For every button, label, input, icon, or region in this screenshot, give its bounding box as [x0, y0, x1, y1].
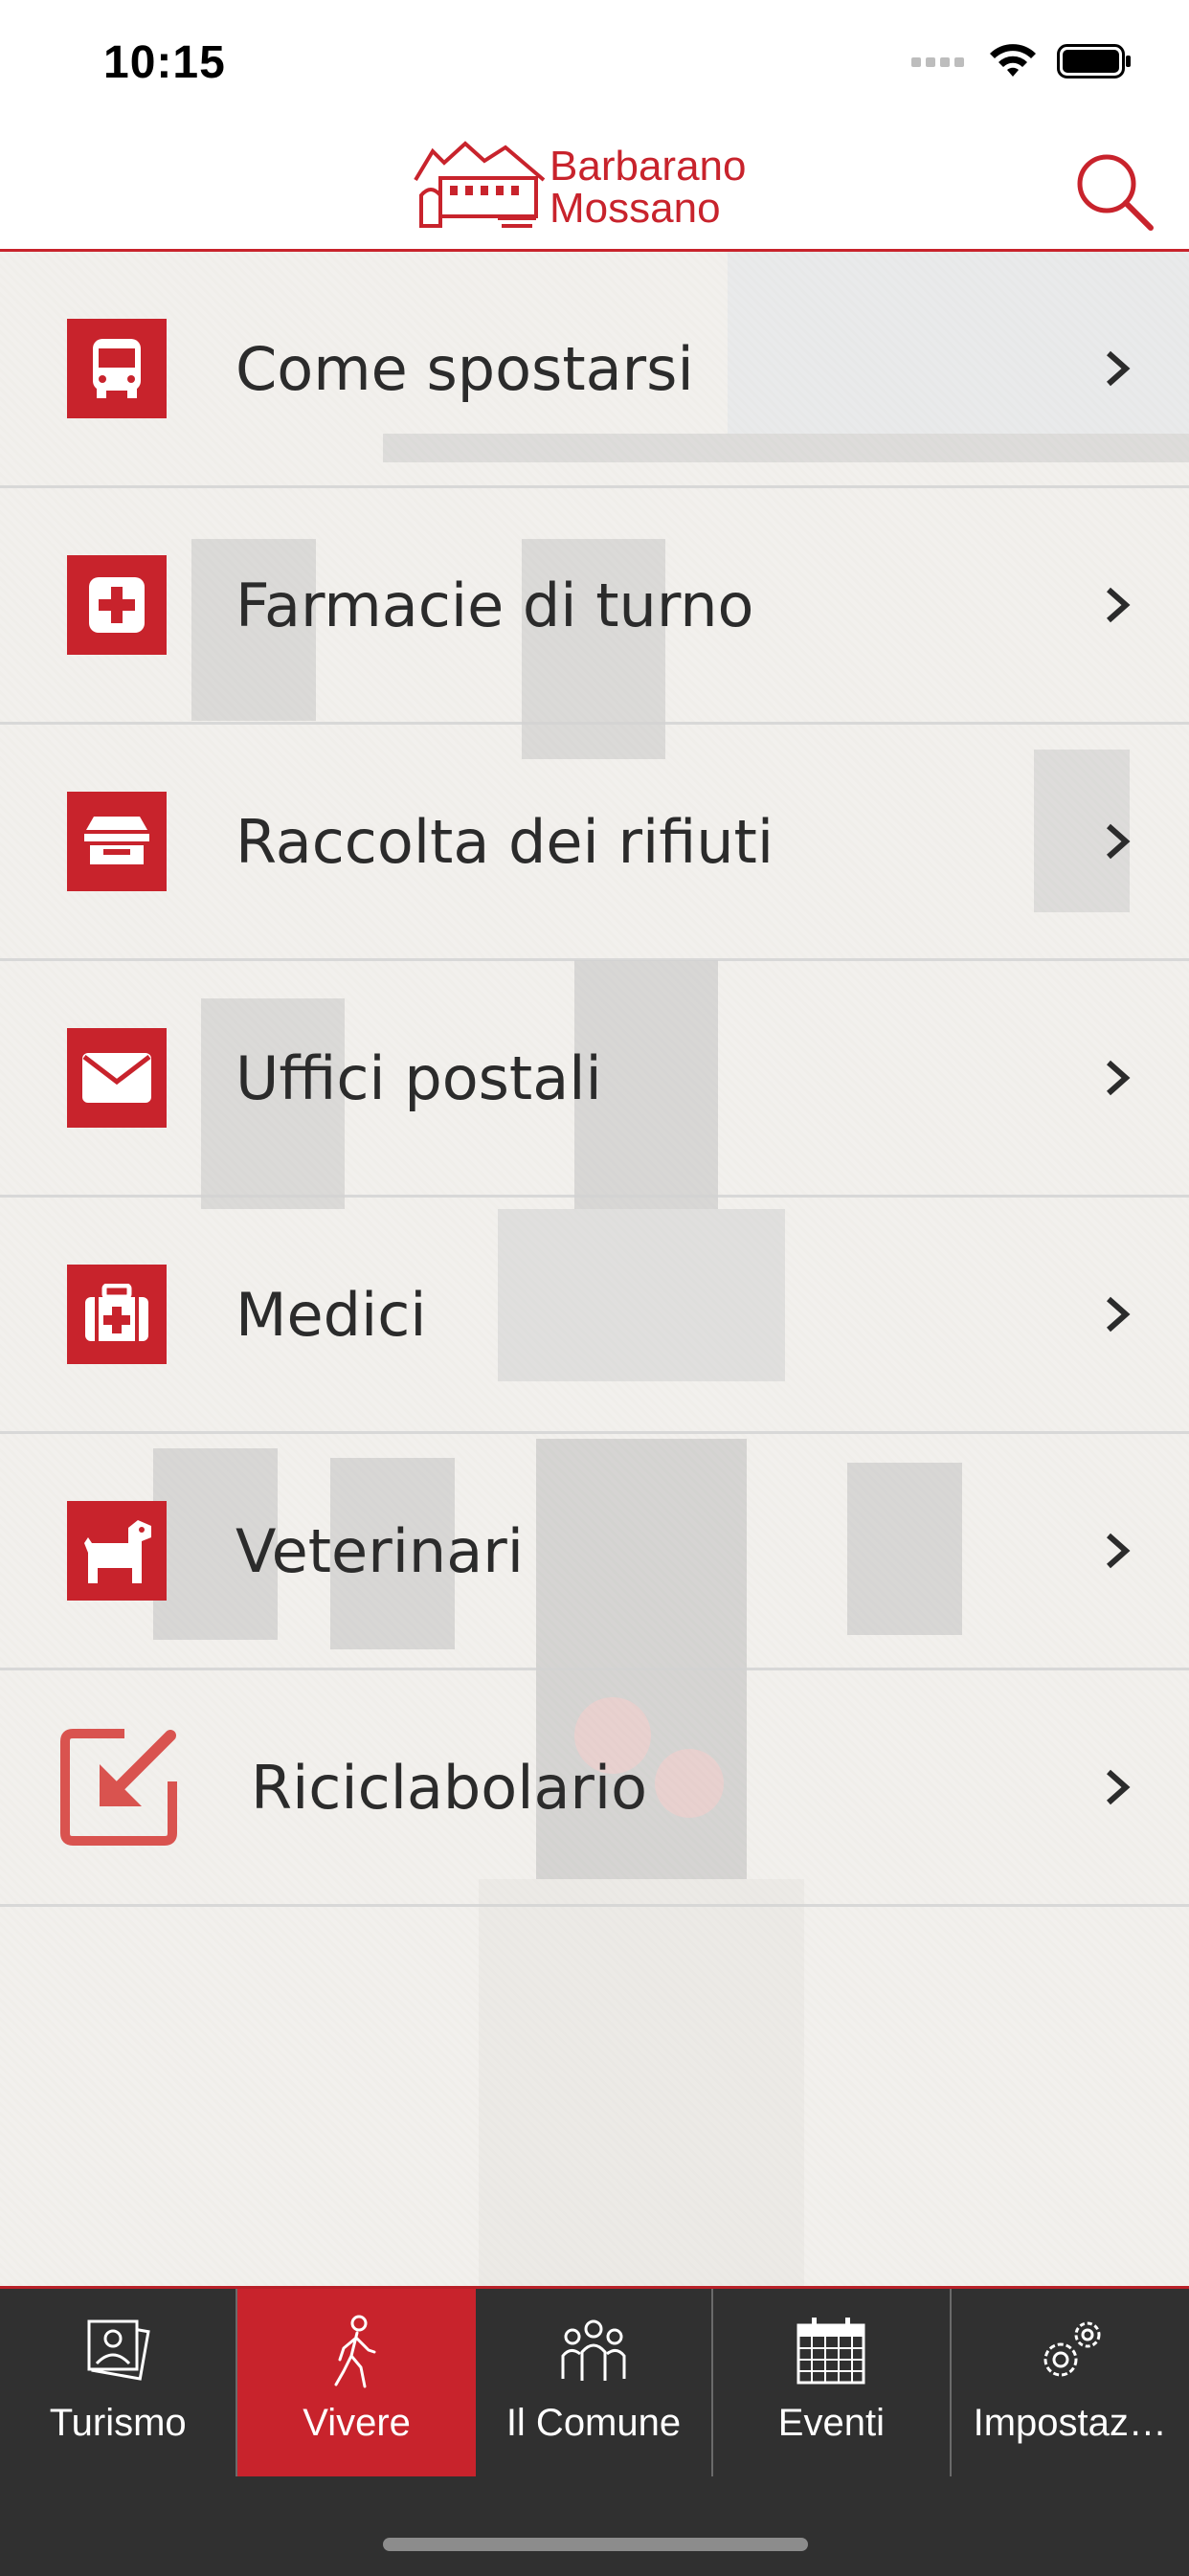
- tab-vivere[interactable]: Vivere: [237, 2289, 476, 2476]
- external-link-arrow-icon: [57, 1726, 180, 1848]
- menu-item-label: Raccolta dei rifiuti: [236, 806, 774, 877]
- gears-icon: [1043, 2321, 1101, 2377]
- menu-item-label: Uffici postali: [236, 1042, 602, 1113]
- chevron-right-icon: [1107, 587, 1131, 623]
- home-indicator[interactable]: [383, 2538, 808, 2551]
- tab-label: Il Comune: [505, 2402, 682, 2444]
- menu-item-farmacie-di-turno[interactable]: Farmacie di turno: [0, 488, 1189, 725]
- tab-label: Turismo: [49, 2402, 187, 2444]
- tab-label: Eventi: [777, 2402, 885, 2444]
- chevron-right-icon: [1107, 1296, 1131, 1333]
- menu-item-veterinari[interactable]: Veterinari: [0, 1434, 1189, 1670]
- medical-kit-icon: [67, 1265, 167, 1364]
- search-icon: [1077, 154, 1154, 231]
- chevron-right-icon: [1107, 1060, 1131, 1096]
- menu-item-come-spostarsi[interactable]: Come spostarsi: [0, 252, 1189, 488]
- bus-icon: [67, 319, 167, 418]
- status-time: 10:15: [103, 37, 226, 88]
- menu-item-label: Farmacie di turno: [236, 570, 754, 640]
- dog-icon: [67, 1501, 167, 1601]
- chevron-right-icon: [1107, 350, 1131, 387]
- walking-person-icon: [334, 2315, 376, 2388]
- battery-icon: [1057, 44, 1131, 78]
- menu-item-label: Veterinari: [236, 1515, 524, 1586]
- tab-il-comune[interactable]: Il Comune: [476, 2289, 714, 2476]
- waste-bin-icon: [67, 792, 167, 891]
- menu-item-label: Riciclabolario: [251, 1752, 648, 1823]
- calendar-icon: [796, 2318, 865, 2385]
- search-button[interactable]: [1074, 151, 1155, 232]
- envelope-icon: [67, 1028, 167, 1128]
- tab-label: Vivere: [303, 2402, 411, 2444]
- chevron-right-icon: [1107, 823, 1131, 860]
- chevron-right-icon: [1107, 1533, 1131, 1569]
- cellular-signal-icon: [911, 57, 964, 67]
- app-header: Barbarano Mossano: [0, 124, 1189, 252]
- photos-icon: [87, 2319, 150, 2381]
- app-logo[interactable]: Barbarano Mossano: [412, 138, 775, 243]
- people-group-icon: [561, 2319, 626, 2381]
- castle-logo-icon: [414, 141, 546, 228]
- menu-item-medici[interactable]: Medici: [0, 1198, 1189, 1434]
- menu-list: Come spostarsi Farmacie di turno Raccolt…: [0, 252, 1189, 1907]
- main-content: Come spostarsi Farmacie di turno Raccolt…: [0, 252, 1189, 2286]
- logo-line-1: Barbarano: [550, 143, 747, 190]
- tab-label: Impostaz…: [973, 2402, 1167, 2444]
- status-icons: [911, 42, 1132, 80]
- menu-item-uffici-postali[interactable]: Uffici postali: [0, 961, 1189, 1198]
- menu-item-label: Medici: [236, 1279, 427, 1350]
- tab-impostazioni[interactable]: Impostaz…: [952, 2289, 1189, 2476]
- chevron-right-icon: [1107, 1769, 1131, 1805]
- menu-item-riciclabolario[interactable]: Riciclabolario: [0, 1670, 1189, 1907]
- status-bar: 10:15: [0, 0, 1189, 124]
- menu-item-raccolta-dei-rifiuti[interactable]: Raccolta dei rifiuti: [0, 725, 1189, 961]
- menu-item-label: Come spostarsi: [236, 333, 694, 404]
- logo-text: Barbarano Mossano: [550, 146, 746, 230]
- tab-bar: Turismo Vivere Il Comune Eventi Impostaz…: [0, 2286, 1189, 2576]
- logo-line-2: Mossano: [550, 185, 721, 232]
- pharmacy-cross-icon: [67, 555, 167, 655]
- wifi-icon: [990, 44, 1036, 77]
- tab-turismo[interactable]: Turismo: [0, 2289, 238, 2476]
- tabs: Turismo Vivere Il Comune Eventi Impostaz…: [0, 2289, 1189, 2476]
- tab-eventi[interactable]: Eventi: [713, 2289, 952, 2476]
